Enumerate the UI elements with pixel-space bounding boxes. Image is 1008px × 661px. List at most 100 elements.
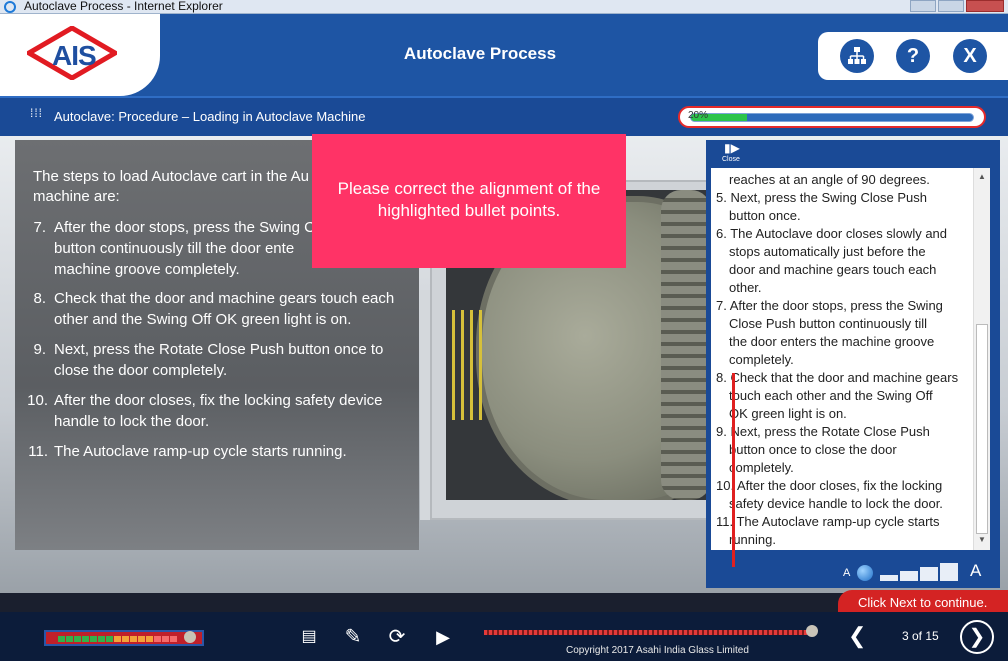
replay-icon[interactable]: ⟳ [386, 626, 408, 648]
highlight-annotation-line [732, 373, 735, 567]
exit-button[interactable]: X [953, 39, 987, 73]
transcript-close-label[interactable]: Close [722, 156, 740, 163]
step-text: handle to lock the door. [54, 413, 210, 430]
transcript-line: 6. The Autoclave door closes slowly and [716, 226, 948, 241]
volume-segment [154, 636, 161, 642]
volume-segment [98, 636, 105, 642]
transcript-line: OK green light is on. [729, 406, 847, 421]
step-number: 7. [33, 219, 46, 236]
volume-segment [170, 636, 177, 642]
page-title: Autoclave Process [403, 44, 557, 63]
transcript-line: touch each other and the Swing Off [729, 388, 933, 403]
progress-track [690, 113, 974, 122]
progress-percent: 20% [688, 110, 709, 121]
transcript-line: 8. Check that the door and machine gears [716, 370, 959, 385]
transcript-line: Close Push button continuously till [729, 316, 928, 331]
notes-icon[interactable]: ▤ [298, 626, 320, 648]
transcript-line: 5. Next, press the Swing Close Push [716, 190, 927, 205]
transcript-line: completely. [729, 352, 794, 367]
transcript-line: reaches at an angle of 90 degrees. [729, 172, 930, 187]
step-text: Check that the door and machine gears to… [54, 290, 395, 307]
door-gear-rim [661, 190, 711, 500]
font-size-slider-knob[interactable] [857, 565, 873, 581]
step-text: machine groove completely. [54, 261, 240, 278]
step-number: 10. [27, 392, 48, 409]
transcript-line: 9. Next, press the Rotate Close Push [716, 424, 930, 439]
step-text: Next, press the Rotate Close Push button… [54, 341, 384, 358]
volume-segment [90, 636, 97, 642]
play-icon[interactable]: ▶ [432, 626, 454, 648]
seek-knob[interactable] [806, 625, 818, 637]
step-text: The Autoclave ramp-up cycle starts runni… [54, 443, 347, 460]
transcript-line: the door enters the machine groove [729, 334, 935, 349]
sitemap-icon [848, 47, 866, 64]
transcript-line: completely. [729, 460, 794, 475]
safety-railing [446, 310, 486, 420]
font-size-step[interactable] [920, 567, 938, 581]
breadcrumb: Autoclave: Procedure – Loading in Autocl… [54, 109, 366, 124]
course-progress [678, 106, 986, 128]
copyright-text: Copyright 2017 Asahi India Glass Limited [566, 645, 749, 656]
volume-segment [82, 636, 89, 642]
scroll-down-icon[interactable]: ▼ [974, 533, 990, 547]
step-number: 9. [33, 341, 46, 358]
font-size-step[interactable] [940, 563, 958, 581]
step-text: After the door stops, press the Swing C [54, 219, 315, 236]
volume-segment [66, 636, 73, 642]
step-number: 8. [33, 290, 46, 307]
transcript-close-icon[interactable]: ▮▶ [724, 141, 740, 155]
font-size-step[interactable] [900, 571, 918, 581]
transcript-line: running. [729, 532, 776, 547]
window-title: Autoclave Process - Internet Explorer [24, 0, 223, 13]
seek-bar[interactable] [484, 630, 810, 635]
transcript-line: button once to close the door [729, 442, 897, 457]
step-text: other and the Swing Off OK green light i… [54, 311, 352, 328]
close-icon: X [963, 45, 977, 67]
transcript-line: safety device handle to lock the door. [729, 496, 943, 511]
transcript-line: button once. [729, 208, 801, 223]
help-button[interactable]: ? [896, 39, 930, 73]
volume-segment [130, 636, 137, 642]
minimize-button[interactable] [910, 0, 936, 12]
scroll-thumb[interactable] [976, 324, 988, 534]
transcript-scrollbar[interactable]: ▲ ▼ [973, 168, 990, 550]
volume-segment [114, 636, 121, 642]
sitemap-button[interactable] [840, 39, 874, 73]
volume-segment [58, 636, 65, 642]
feedback-note: Please correct the alignment of the high… [312, 134, 626, 268]
volume-segment [146, 636, 153, 642]
volume-segment [162, 636, 169, 642]
font-size-large-label: A [970, 561, 982, 580]
window-close-button[interactable] [966, 0, 1004, 12]
step-text: button continuously till the door ente [54, 240, 295, 257]
pencil-icon[interactable]: ✎ [342, 626, 364, 648]
font-size-step[interactable] [880, 575, 898, 581]
transcript-line: 11. The Autoclave ramp-up cycle starts [716, 514, 940, 529]
next-button[interactable]: ❯ [960, 620, 994, 654]
transcript-line: 7. After the door stops, press the Swing [716, 298, 943, 313]
intro-text: The steps to load Autoclave cart in the … [33, 168, 310, 205]
maximize-button[interactable] [938, 0, 964, 12]
page-counter: 3 of 15 [902, 629, 939, 643]
window-titlebar: Autoclave Process - Internet Explorer [0, 0, 1008, 14]
prev-icon[interactable]: ❮ [848, 623, 866, 649]
transcript-line: door and machine gears touch each [729, 262, 937, 277]
volume-segment [74, 636, 81, 642]
ie-icon [4, 1, 16, 13]
volume-segment [138, 636, 145, 642]
volume-knob[interactable] [184, 631, 196, 643]
volume-segment [122, 636, 129, 642]
step-text: After the door closes, fix the locking s… [54, 392, 383, 409]
transcript-line: stops automatically just before the [729, 244, 926, 259]
volume-segment [106, 636, 113, 642]
menu-grid-icon[interactable]: ⁞⁞⁞ [30, 107, 46, 125]
transcript-line: 10. After the door closes, fix the locki… [716, 478, 943, 493]
next-icon: ❯ [968, 626, 986, 648]
volume-slider[interactable] [44, 630, 204, 646]
font-size-small-label: A [843, 567, 851, 579]
step-text: close the door completely. [54, 362, 228, 379]
transcript-text-box: reaches at an angle of 90 degrees. 5. Nex… [711, 168, 990, 550]
scroll-up-icon[interactable]: ▲ [974, 170, 990, 184]
transcript-line: other. [729, 280, 762, 295]
step-number: 11. [28, 443, 48, 460]
